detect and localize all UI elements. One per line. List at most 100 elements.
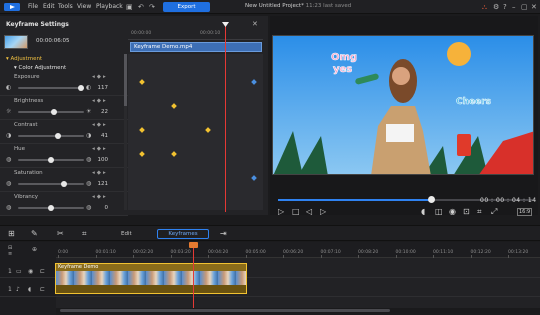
redo-icon[interactable]: ↷ — [149, 3, 155, 11]
stop-icon[interactable]: □ — [292, 207, 300, 217]
scrollbar-thumb[interactable] — [124, 54, 127, 106]
audio-mute-icon[interactable]: ◖ — [28, 286, 31, 294]
fullscreen-icon[interactable]: ⤢ — [491, 207, 497, 217]
property-label: Saturation — [14, 170, 43, 176]
keyframe-clip[interactable]: Keyframe Demo.mp4 — [130, 42, 262, 52]
maximize-icon[interactable]: ▢ — [521, 3, 528, 11]
timeline-ruler[interactable]: 0:00 00:01:10 00:02:20 00:03:20 00:04:20… — [56, 242, 540, 258]
keyframe-nav-controls[interactable]: ◂◆▸ — [92, 74, 108, 80]
keyframe-nav-controls[interactable]: ◂◆▸ — [92, 98, 108, 104]
section-color-adjustment[interactable]: ▾ Color Adjustment — [14, 65, 66, 71]
property-slider-row: ☼ ☀ 22 — [6, 108, 126, 116]
clip-audio-waveform — [56, 285, 246, 293]
previous-frame-icon[interactable]: ◁ — [306, 207, 312, 217]
scissors-icon[interactable]: ✂ — [57, 229, 64, 239]
section-adjustment[interactable]: ▾ Adjustment — [6, 56, 42, 62]
property-slider-thumb[interactable] — [48, 157, 54, 163]
property-slider-thumb[interactable] — [78, 85, 84, 91]
property-value[interactable]: 41 — [94, 132, 108, 140]
record-icon[interactable]: ◉ — [449, 207, 456, 217]
timeline-ruler-time: 00:08:20 — [358, 250, 379, 255]
video-preview[interactable]: Omg yes Cheers — [272, 35, 534, 175]
property-max-icon: ☀ — [86, 108, 92, 115]
keyframe-nav-controls[interactable]: ◂◆▸ — [92, 146, 108, 152]
preview-seekbar-thumb[interactable] — [428, 196, 435, 203]
property-value[interactable]: 22 — [94, 108, 108, 116]
property-slider[interactable] — [18, 181, 84, 187]
zoom-icon[interactable]: ⊡ — [463, 207, 470, 217]
project-status: 11:23 last saved — [305, 3, 352, 9]
zoom-timeline-icon[interactable]: ⊕ — [32, 246, 37, 254]
next-frame-icon[interactable]: ▷ — [320, 207, 326, 217]
track-number-audio: 1 — [8, 286, 12, 293]
timeline-playhead[interactable] — [193, 244, 194, 308]
add-track-icon[interactable]: ⊞ — [8, 229, 15, 239]
gift-icon[interactable]: ⛬ — [482, 3, 487, 11]
menu-edit[interactable]: Edit — [43, 3, 55, 10]
property-slider[interactable] — [18, 109, 84, 115]
timeline-ruler-time: 00:11:10 — [433, 250, 454, 255]
keyframe-nav-controls[interactable]: ◂◆▸ — [92, 170, 108, 176]
crop-icon[interactable]: ⌗ — [477, 207, 482, 217]
play-icon[interactable]: ▷ — [278, 207, 284, 217]
property-value[interactable]: 100 — [94, 156, 109, 164]
keyframe-ruler[interactable]: 00:00:00 00:00:10 — [128, 30, 263, 40]
pen-icon[interactable]: ✎ — [31, 229, 38, 239]
timeline-ruler-time: 00:05:00 — [245, 250, 266, 255]
crop-tool-icon[interactable]: ⌗ — [82, 229, 87, 239]
keyframe-tracks[interactable] — [128, 54, 263, 210]
property-value[interactable]: 117 — [94, 84, 109, 92]
menu-playback[interactable]: Playback — [96, 3, 123, 10]
minimize-icon[interactable]: – — [512, 3, 516, 11]
audio-lock-icon[interactable]: ⊏ — [40, 286, 45, 294]
timeline-clip[interactable]: Keyframe Demo — [55, 263, 247, 294]
property-slider-thumb[interactable] — [61, 181, 67, 187]
close-window-icon[interactable]: ✕ — [531, 3, 537, 11]
close-panel-icon[interactable]: ✕ — [252, 20, 258, 28]
menu-file[interactable]: File — [28, 3, 38, 10]
menu-tools[interactable]: Tools — [58, 3, 73, 10]
settings-icon[interactable]: ⚙ — [493, 3, 499, 11]
property-min-icon: ◍ — [6, 156, 12, 163]
export-button[interactable]: Export — [163, 2, 210, 12]
property-slider[interactable] — [18, 85, 84, 91]
track-lock-icon[interactable]: ⊏ — [40, 268, 45, 276]
property-slider[interactable] — [18, 205, 84, 211]
property-max-icon: ◍ — [86, 156, 92, 163]
aspect-ratio-badge[interactable]: 16:9 — [517, 208, 533, 216]
help-icon[interactable]: ? — [503, 3, 507, 11]
ripple-edit-icon[interactable]: ≡ — [8, 250, 12, 258]
keyframe-playhead[interactable] — [225, 24, 226, 212]
save-icon[interactable]: ▣ — [126, 3, 133, 11]
track-header-panel: ⊟ ≡ ⊕ 1 ▭ ◉ ⊏ 1 ♪ ◖ ⊏ — [0, 242, 56, 315]
property-max-icon: ◑ — [86, 132, 92, 139]
keyframe-nav-controls[interactable]: ◂◆▸ — [92, 122, 108, 128]
property-value[interactable]: 121 — [94, 180, 109, 188]
edit-tab[interactable]: Edit — [121, 231, 132, 237]
track-number-1: 1 — [8, 268, 12, 275]
timeline-toolbar: ⊞ ✎ ✂ ⌗ Edit Keyframes ⇥ — [0, 225, 540, 241]
property-slider-thumb[interactable] — [51, 109, 57, 115]
track-visibility-icon[interactable]: ◉ — [28, 268, 33, 276]
section-color-label: Color Adjustment — [18, 65, 67, 71]
property-min-icon: ◑ — [6, 132, 12, 139]
property-slider-thumb[interactable] — [55, 133, 61, 139]
timeline-playhead-handle[interactable] — [189, 242, 198, 248]
property-slider[interactable] — [18, 157, 84, 163]
menu-view[interactable]: View — [77, 3, 91, 10]
export-frame-icon[interactable]: ⇥ — [220, 229, 227, 239]
volume-icon[interactable]: ◖ — [421, 207, 425, 217]
property-min-icon: ◍ — [6, 204, 12, 211]
property-label: Hue — [14, 146, 26, 152]
timeline-ruler-time: 00:07:10 — [320, 250, 341, 255]
timeline-ruler-time: 00:03:20 — [170, 250, 191, 255]
snapshot-icon[interactable]: ◫ — [435, 207, 443, 217]
keyframe-nav-controls[interactable]: ◂◆▸ — [92, 194, 108, 200]
timeline-scrollbar-thumb[interactable] — [60, 309, 390, 312]
property-slider-thumb[interactable] — [48, 205, 54, 211]
property-value[interactable]: 0 — [94, 204, 109, 212]
keyframes-tab[interactable]: Keyframes — [157, 229, 209, 239]
property-label: Contrast — [14, 122, 38, 128]
property-slider[interactable] — [18, 133, 84, 139]
undo-icon[interactable]: ↶ — [138, 3, 144, 11]
